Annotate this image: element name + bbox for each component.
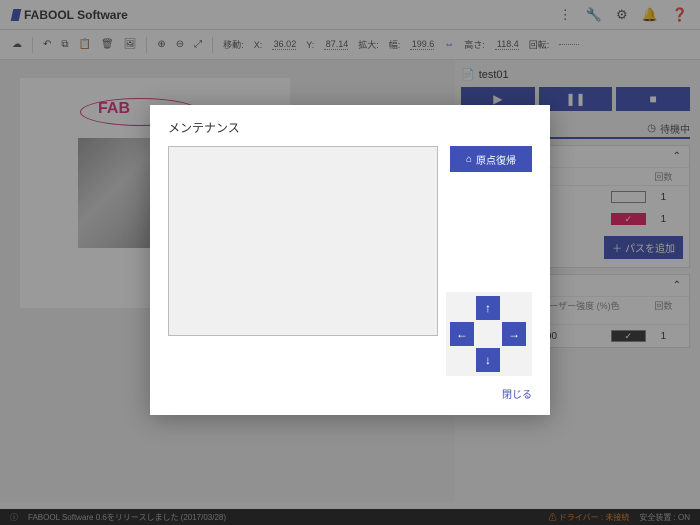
dialog-title: メンテナンス — [168, 119, 532, 136]
close-button[interactable]: 閉じる — [502, 390, 532, 401]
maintenance-dialog: メンテナンス ⌂ 原点復帰 ↑ ← → ↓ 閉じる — [150, 105, 550, 415]
jog-up-button[interactable]: ↑ — [476, 296, 500, 320]
jog-dpad: ↑ ← → ↓ — [446, 292, 532, 376]
modal-overlay: メンテナンス ⌂ 原点復帰 ↑ ← → ↓ 閉じる — [0, 0, 700, 525]
jog-left-button[interactable]: ← — [450, 322, 474, 346]
home-icon: ⌂ — [466, 154, 472, 165]
jog-down-button[interactable]: ↓ — [476, 348, 500, 372]
jog-right-button[interactable]: → — [502, 322, 526, 346]
maintenance-canvas[interactable] — [168, 146, 438, 336]
home-button[interactable]: ⌂ 原点復帰 — [450, 146, 532, 172]
